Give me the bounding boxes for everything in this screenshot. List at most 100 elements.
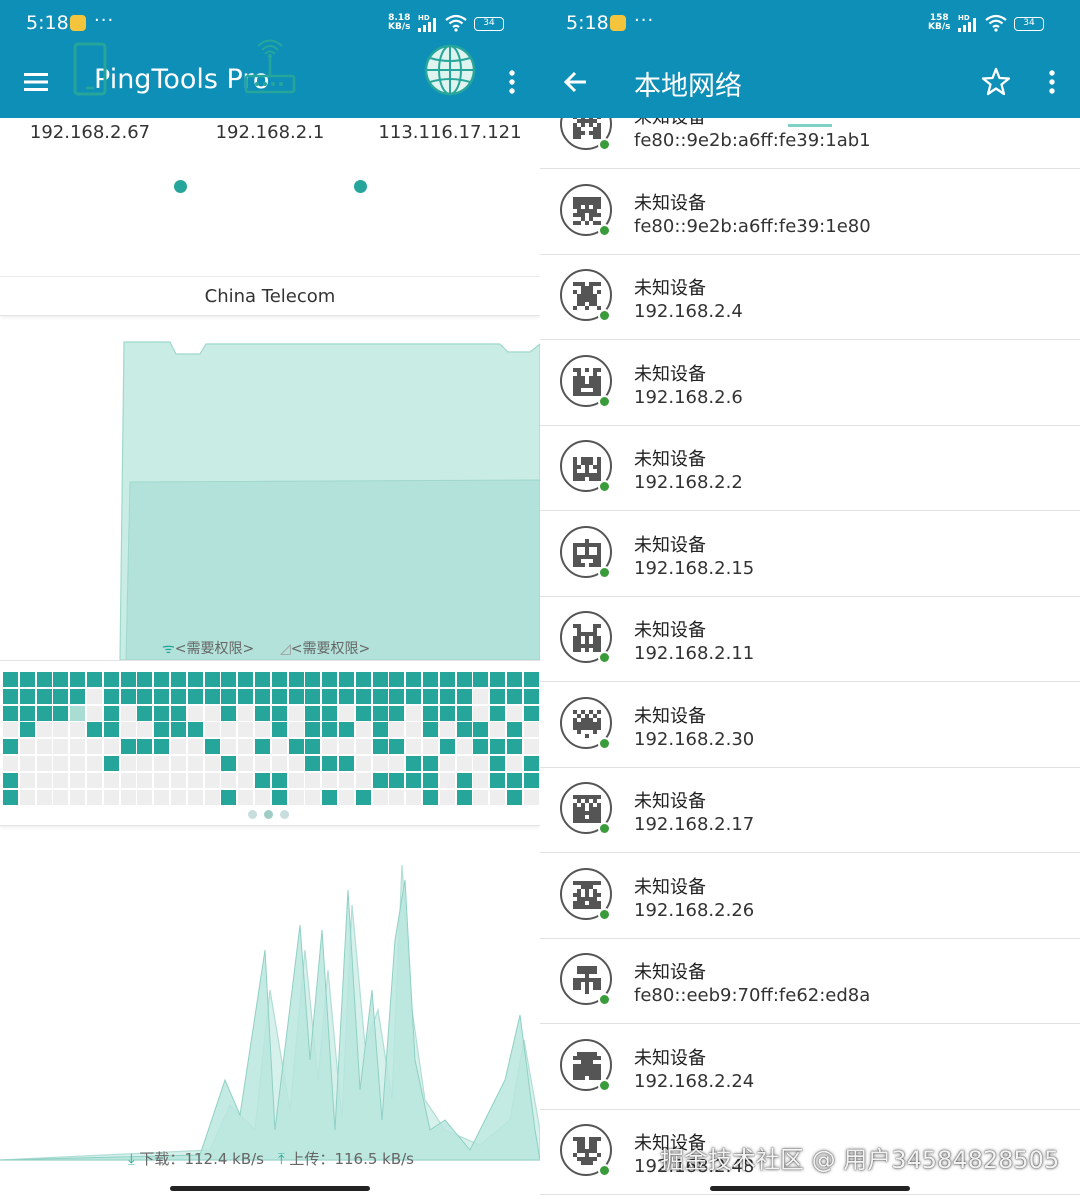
ping-grid-cell <box>154 772 170 788</box>
ping-grid-cell <box>255 789 270 805</box>
ping-grid-cell <box>103 772 119 788</box>
ping-grid-cell <box>507 772 522 788</box>
ping-grid-cell <box>523 672 539 687</box>
ping-grid-cell <box>238 705 254 721</box>
traffic-chart <box>0 864 540 1161</box>
notification-app-icon <box>70 15 86 31</box>
upload-icon: ⤒ <box>278 1150 285 1168</box>
device-row[interactable]: 未知设备 192.168.2.15 <box>540 511 1080 597</box>
ping-grid-cell <box>187 789 203 805</box>
ping-grid-cell <box>137 722 153 738</box>
ping-grid-cell <box>339 688 354 704</box>
ping-grid-cell <box>389 772 405 788</box>
ping-grid-cell <box>355 789 371 805</box>
pager-dot[interactable] <box>248 810 257 819</box>
device-row[interactable]: 未知设备 192.168.2.17 <box>540 768 1080 853</box>
ping-grid-cell <box>372 672 388 687</box>
ping-grid-cell <box>19 705 35 721</box>
hop-internet[interactable]: 113.116.17.121 <box>360 34 540 143</box>
home-indicator[interactable] <box>710 1186 910 1191</box>
device-list[interactable]: 未知设备 fe80::9e2b:a6ff:fe39:1ab1 未知设备 fe80… <box>540 118 1080 1200</box>
ping-grid-cell <box>507 722 522 738</box>
ping-grid-cell <box>456 772 472 788</box>
hop-connector-dot <box>354 180 367 193</box>
ping-grid-cell <box>171 756 186 771</box>
ping-grid-cell <box>355 739 371 755</box>
ping-grid-cell <box>406 672 422 687</box>
device-row[interactable]: 未知设备 192.168.2.4 <box>540 255 1080 340</box>
ping-grid-cell <box>120 672 136 687</box>
pager-dot[interactable] <box>280 810 289 819</box>
ping-grid-cell <box>507 688 522 704</box>
ping-grid-cell <box>322 722 338 738</box>
ping-grid-cell <box>423 739 438 755</box>
wifi-small-icon: ᯤ <box>162 641 175 657</box>
ping-grid-cell <box>154 739 170 755</box>
device-row[interactable]: 未知设备 192.168.2.30 <box>540 682 1080 768</box>
ping-grid-cell <box>87 756 102 771</box>
device-row[interactable]: 未知设备 fe80::eeb9:70ff:fe62:ed8a <box>540 939 1080 1024</box>
device-row[interactable]: 未知设备 192.168.2.6 <box>540 340 1080 426</box>
isp-label: China Telecom <box>0 276 540 316</box>
ping-grid-cell <box>288 705 304 721</box>
ping-grid-cell <box>19 756 35 771</box>
ping-grid-cell <box>355 688 371 704</box>
pager-dot-active[interactable] <box>264 810 273 819</box>
ping-grid-cell <box>406 705 422 721</box>
ping-grid-cell <box>523 772 539 788</box>
ping-grid-cell <box>507 672 522 687</box>
device-row[interactable]: 未知设备 fe80::9e2b:a6ff:fe39:1e80 <box>540 169 1080 255</box>
vertical-dots-icon[interactable] <box>1034 64 1070 100</box>
ping-grid-cell <box>154 756 170 771</box>
ping-grid-cell <box>137 739 153 755</box>
device-name: 未知设备 <box>634 791 706 812</box>
ping-grid-cell <box>154 722 170 738</box>
ping-grid-cell <box>406 789 422 805</box>
device-ip: 192.168.2.30 <box>634 728 755 750</box>
ping-grid-cell <box>187 688 203 704</box>
hop-router[interactable]: 192.168.2.1 <box>180 34 360 143</box>
ping-grid-cell <box>288 739 304 755</box>
ping-grid-cell <box>490 789 506 805</box>
online-status-icon <box>598 1164 611 1177</box>
hop-ip: 192.168.2.1 <box>215 122 325 143</box>
ping-grid-cell <box>507 739 522 755</box>
ping-grid-cell <box>3 672 18 687</box>
ping-grid-cell <box>305 739 321 755</box>
ping-grid-cell <box>187 739 203 755</box>
device-name: 未知设备 <box>634 1047 706 1069</box>
status-time: 5:18 <box>566 12 609 34</box>
wifi-icon <box>445 14 467 32</box>
hop-ip: 192.168.2.67 <box>29 122 151 143</box>
home-indicator[interactable] <box>170 1186 370 1191</box>
status-bar: 5:18 ··· 158 KB/s HD 34 <box>540 0 1080 46</box>
ping-grid-cell <box>322 772 338 788</box>
device-row[interactable]: 未知设备 192.168.2.26 <box>540 853 1080 939</box>
ping-grid-cell <box>372 722 388 738</box>
ping-grid-cell <box>120 772 136 788</box>
ping-grid-cell <box>389 789 405 805</box>
online-status-icon <box>598 565 611 579</box>
back-arrow-icon[interactable] <box>558 64 594 100</box>
device-row[interactable]: 未知设备 192.168.2.2 <box>540 426 1080 511</box>
ping-grid-cell <box>389 739 405 755</box>
ping-grid-cell <box>288 722 304 738</box>
star-outline-icon[interactable] <box>978 64 1014 100</box>
device-ip: 192.168.2.17 <box>634 814 755 835</box>
device-row[interactable]: 未知设备 192.168.2.11 <box>540 597 1080 682</box>
device-row[interactable]: 未知设备 192.168.2.24 <box>540 1024 1080 1110</box>
online-status-icon <box>598 993 611 1006</box>
ping-grid-cell <box>490 688 506 704</box>
ping-grid-cell <box>523 688 539 704</box>
ping-grid-cell <box>490 705 506 721</box>
ping-grid-cell <box>423 756 438 771</box>
ping-grid-cell <box>439 772 455 788</box>
ping-grid-cell <box>87 705 102 721</box>
ping-grid-cell <box>507 789 522 805</box>
ping-grid-cell <box>305 772 321 788</box>
ping-grid-cell <box>19 672 35 687</box>
upload-rate: ⤒ 上传：116.5 kB/s <box>278 1150 414 1168</box>
hop-device[interactable]: 192.168.2.67 <box>0 34 180 143</box>
wifi-permission-label: ᯤ<需要权限> <box>162 641 255 657</box>
ping-grid-cell <box>238 789 254 805</box>
